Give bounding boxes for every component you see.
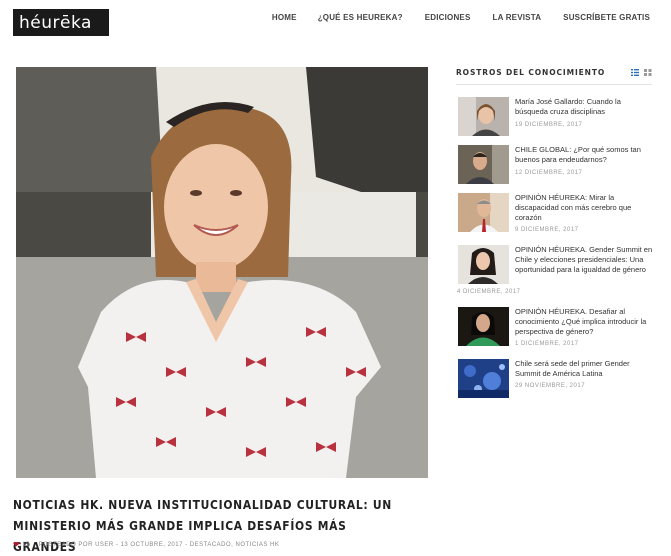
item-title[interactable]: OPINIÓN HÉUREKA: Mirar la discapacidad c… xyxy=(515,193,654,223)
thumbnail[interactable] xyxy=(458,359,509,398)
nav-la-revista[interactable]: LA REVISTA xyxy=(493,13,542,25)
thumbnail[interactable] xyxy=(458,245,509,284)
item-date: 9 DICIEMBRE, 2017 xyxy=(515,227,579,233)
thumbnail[interactable] xyxy=(458,307,509,346)
item-date: 12 DICIEMBRE, 2017 xyxy=(515,170,583,176)
site-logo[interactable]: héurēka xyxy=(13,9,109,36)
thumbnail[interactable] xyxy=(458,145,509,184)
nav-que-es-heureka[interactable]: ¿QUÉ ES HEUREKA? xyxy=(318,13,403,25)
thumbnail[interactable] xyxy=(458,97,509,136)
heart-icon[interactable]: ❤ xyxy=(13,540,20,549)
item-title[interactable]: Chile será sede del primer Gender Summit… xyxy=(515,359,654,379)
post-byline: POSTEADO POR USER - 13 OCTUBRE, 2017 - D… xyxy=(38,541,280,548)
item-title[interactable]: CHILE GLOBAL: ¿Por qué somos tan buenos … xyxy=(515,145,654,165)
like-count: 15 xyxy=(22,541,30,548)
item-title[interactable]: OPINIÓN HÉUREKA. Desafiar al conocimient… xyxy=(515,307,654,337)
sidebar-header: ROSTROS DEL CONOCIMIENTO xyxy=(456,68,652,77)
post-meta: ❤ 15 POSTEADO POR USER - 13 OCTUBRE, 201… xyxy=(13,540,279,549)
item-date: 29 NOVIEMBRE, 2017 xyxy=(515,383,586,389)
thumbnail[interactable] xyxy=(458,193,509,232)
sidebar-divider xyxy=(456,84,652,85)
view-toggle xyxy=(631,69,652,76)
list-view-icon[interactable] xyxy=(631,69,639,76)
featured-photo[interactable] xyxy=(16,67,428,478)
grid-view-icon[interactable] xyxy=(644,69,652,76)
nav-ediciones[interactable]: EDICIONES xyxy=(425,13,471,25)
item-date: 4 DICIEMBRE, 2017 xyxy=(457,289,521,295)
nav-suscribete[interactable]: SUSCRÍBETE GRATIS xyxy=(563,13,650,25)
item-date: 1 DICIEMBRE, 2017 xyxy=(515,341,579,347)
nav-home[interactable]: HOME xyxy=(272,13,297,25)
item-date: 19 DICIEMBRE, 2017 xyxy=(515,122,583,128)
main-nav: HOME ¿QUÉ ES HEUREKA? EDICIONES LA REVIS… xyxy=(272,13,650,25)
sidebar-title: ROSTROS DEL CONOCIMIENTO xyxy=(456,68,606,77)
item-title[interactable]: María José Gallardo: Cuando la búsqueda … xyxy=(515,97,654,117)
item-title[interactable]: OPINIÓN HÉUREKA. Gender Summit en Chile … xyxy=(515,245,654,275)
